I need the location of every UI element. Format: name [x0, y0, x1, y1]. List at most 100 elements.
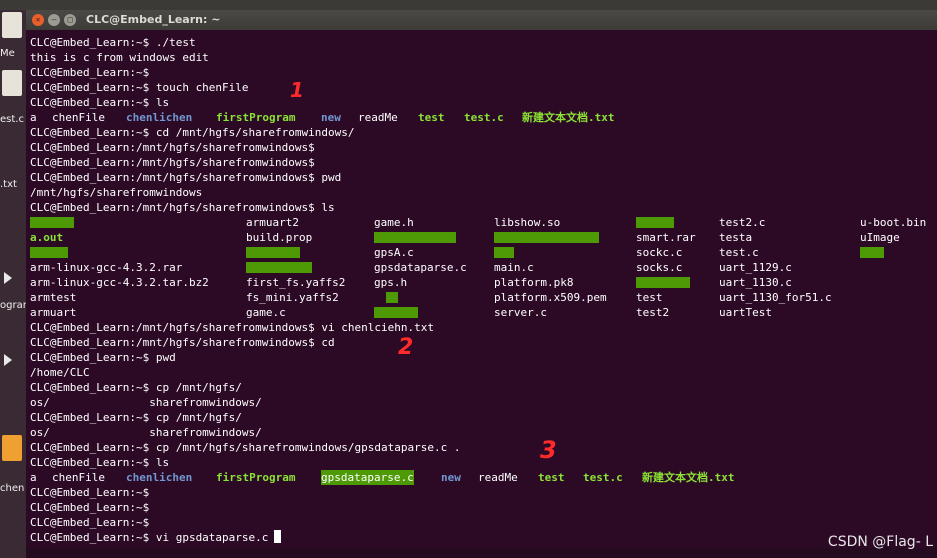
document-icon — [2, 435, 22, 461]
highlighted-entry — [374, 307, 418, 318]
terminal-line: CLC@Embed_Learn:/mnt/hgfs/sharefromwindo… — [30, 156, 315, 169]
ls-entry: server.c — [494, 306, 547, 319]
ls-entry-exe: a.out — [30, 231, 64, 244]
ls-entry: socks.c — [636, 261, 683, 274]
highlighted-entry — [30, 217, 74, 228]
launcher: Me est.c .txt ogram chen — [0, 10, 26, 558]
terminal-line: CLC@Embed_Learn:/mnt/hgfs/sharefromwindo… — [30, 171, 342, 184]
launcher-item-program[interactable]: ogram — [0, 298, 26, 346]
terminal-line: CLC@Embed_Learn:/mnt/hgfs/sharefromwindo… — [30, 321, 434, 334]
terminal-line: CLC@Embed_Learn:~$ cp /mnt/hgfs/ — [30, 381, 242, 394]
terminal-line: CLC@Embed_Learn:~$ — [30, 516, 150, 529]
launcher-label: ogram — [0, 300, 26, 311]
launcher-label: .txt — [0, 179, 17, 190]
ls-entry: armuart2 — [246, 216, 299, 229]
terminal-line: CLC@Embed_Learn:~$ ./test — [30, 36, 196, 49]
text-file-icon — [2, 70, 22, 96]
ls-entry: fs_mini.yaffs2 — [246, 291, 339, 304]
launcher-label: Me — [0, 48, 15, 59]
ls-entry-exe: test.c — [583, 471, 623, 484]
ls-entry: libshow.so — [494, 216, 561, 229]
highlighted-entry — [386, 292, 398, 303]
ls-entry-dir: chenlichen — [126, 471, 193, 484]
ls-entry: a — [30, 111, 37, 124]
ls-entry: first_fs.yaffs2 — [246, 276, 346, 289]
highlighted-entry — [494, 232, 599, 243]
ls-entry: uart_1130_for51.c — [719, 291, 832, 304]
ls-entry: smart.rar — [636, 231, 696, 244]
ls-entry: uImage — [860, 231, 900, 244]
window-title: CLC@Embed_Learn: ~ — [86, 13, 221, 26]
ls-entry-highlighted: gpsdataparse.c — [321, 470, 414, 485]
ls-entry: uart_1130.c — [719, 276, 792, 289]
ls-entry: chenFile — [52, 111, 105, 124]
ls-entry: arm-linux-gcc-4.3.2.tar.bz2 — [30, 276, 209, 289]
launcher-item-chen[interactable]: chen — [0, 435, 26, 494]
highlighted-entry — [246, 247, 300, 258]
terminal-prompt-line[interactable]: CLC@Embed_Learn:~$ vi gpsdataparse.c — [30, 530, 282, 545]
top-panel — [0, 0, 937, 10]
terminal-line: this is c from windows edit — [30, 51, 209, 64]
annotation-3: 3 — [540, 436, 557, 464]
terminal-window[interactable]: ✕ – □ CLC@Embed_Learn: ~ CLC@Embed_Learn… — [26, 10, 937, 548]
terminal-line: CLC@Embed_Learn:~$ ls — [30, 96, 170, 109]
ls-entry-exe: 新建文本文档.txt — [522, 111, 615, 124]
ls-entry-exe: test — [418, 111, 445, 124]
ls-entry: readMe — [478, 471, 518, 484]
close-window-button[interactable]: ✕ — [32, 14, 44, 26]
ls-entry: test.c — [719, 246, 759, 259]
ls-entry-dir: chenlichen — [126, 111, 193, 124]
terminal-line: CLC@Embed_Learn:~$ ls — [30, 456, 170, 469]
ls-entry-dir: new — [441, 471, 461, 484]
ls-entry: gpsA.c — [374, 246, 414, 259]
launcher-item-test-c[interactable]: est.c — [0, 70, 26, 125]
terminal-output[interactable]: CLC@Embed_Learn:~$ ./test this is c from… — [26, 35, 937, 548]
terminal-line: CLC@Embed_Learn:~$ — [30, 501, 150, 514]
highlighted-entry — [30, 247, 68, 258]
ls-entry-dir: new — [321, 111, 341, 124]
ls-entry: test2.c — [719, 216, 766, 229]
ls-entry: test2 — [636, 306, 670, 319]
terminal-line: CLC@Embed_Learn:/mnt/hgfs/sharefromwindo… — [30, 141, 315, 154]
terminal-line: os/ sharefromwindows/ — [30, 426, 262, 439]
ls-entry: platform.x509.pem — [494, 291, 607, 304]
terminal-line: CLC@Embed_Learn:~$ — [30, 486, 150, 499]
ls-entry: uart_1129.c — [719, 261, 792, 274]
ls-entry-exe: test.c — [464, 111, 504, 124]
highlighted-entry — [246, 262, 312, 273]
watermark: CSDN @Flag- L — [827, 534, 933, 550]
ls-entry: gpsdataparse.c — [374, 261, 467, 274]
play-arrow-icon — [4, 354, 12, 366]
highlighted-entry — [374, 232, 456, 243]
annotation-1: 1 — [290, 78, 304, 102]
ls-entry: uartTest — [719, 306, 772, 319]
maximize-icon: □ — [67, 15, 73, 24]
ls-entry: game.h — [374, 216, 414, 229]
ls-entry: testa — [719, 231, 753, 244]
ls-entry: armtest — [30, 291, 77, 304]
ls-entry: build.prop — [246, 231, 313, 244]
ls-entry-exe: test — [538, 471, 565, 484]
minimize-window-button[interactable]: – — [48, 14, 60, 26]
ls-entry-exe: firstProgram — [216, 471, 296, 484]
terminal-line: /home/CLC — [30, 366, 90, 379]
ls-entry: gps.h — [374, 276, 408, 289]
ls-entry: chenFile — [52, 471, 105, 484]
text-cursor — [274, 530, 282, 543]
ls-entry: a — [30, 471, 37, 484]
window-titlebar[interactable]: ✕ – □ CLC@Embed_Learn: ~ — [26, 10, 937, 30]
close-icon: ✕ — [35, 15, 41, 24]
launcher-label: est.c — [0, 114, 24, 125]
ls-entry: arm-linux-gcc-4.3.2.rar — [30, 261, 183, 274]
ls-entry: game.c — [246, 306, 286, 319]
launcher-item-txt[interactable]: .txt — [0, 165, 26, 213]
terminal-line: CLC@Embed_Learn:/mnt/hgfs/sharefromwindo… — [30, 201, 335, 214]
annotation-2: 2 — [398, 335, 414, 360]
terminal-line: CLC@Embed_Learn:~$ pwd — [30, 351, 176, 364]
ls-entry: readMe — [358, 111, 398, 124]
launcher-label: chen — [0, 483, 25, 494]
highlighted-entry — [494, 247, 514, 258]
launcher-item-home[interactable]: Me — [0, 12, 26, 60]
maximize-window-button[interactable]: □ — [64, 14, 76, 26]
terminal-line: CLC@Embed_Learn:~$ touch chenFile — [30, 81, 249, 94]
